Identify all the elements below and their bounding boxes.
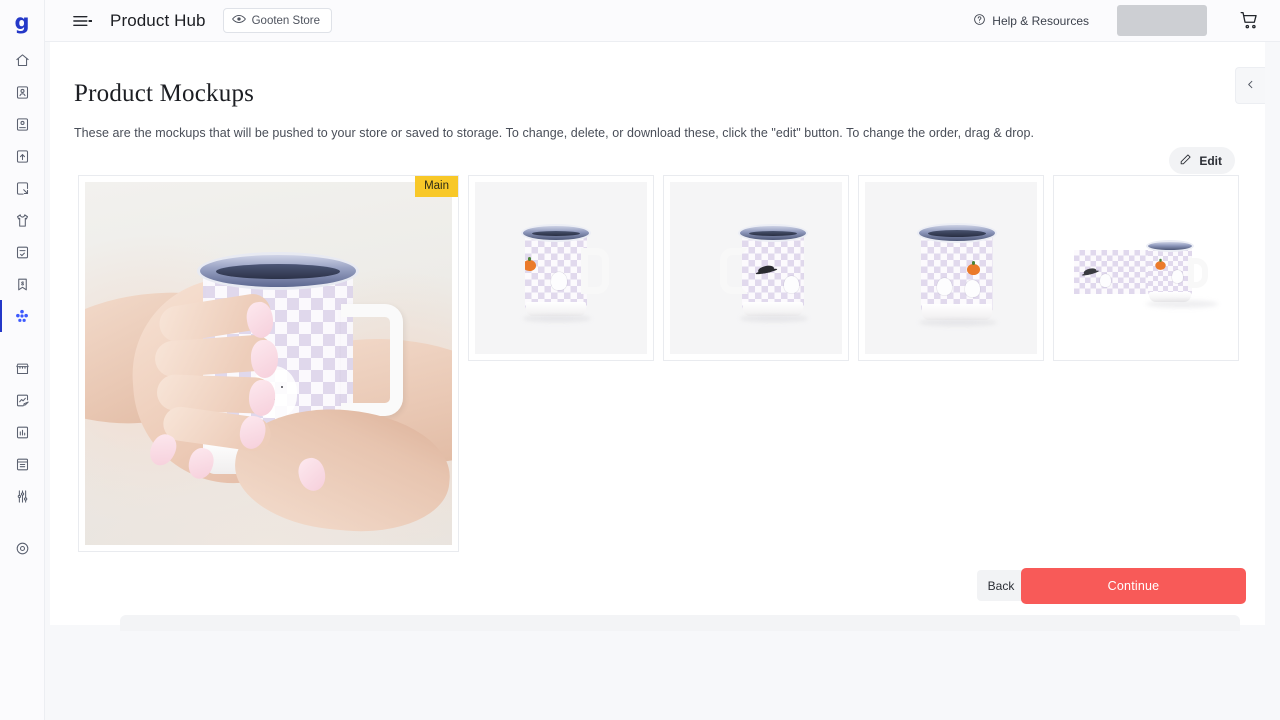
page-title-header: Product Hub [110,10,206,30]
left-nav-rail: g [0,0,45,720]
mockup-card-4[interactable] [1053,175,1239,361]
sidebar-item-upload[interactable] [0,140,44,172]
sidebar-item-storefront[interactable] [0,352,44,384]
mockup-image-lifestyle [85,182,452,545]
upload-box-icon [15,149,30,164]
eye-icon [231,13,246,28]
sidebar-item-analytics[interactable] [0,384,44,416]
pencil-icon [1179,153,1192,169]
page-title: Product Mockups [74,80,255,107]
mockup-card-1[interactable] [468,175,654,361]
sidebar-item-reports[interactable] [0,416,44,448]
mockup-image-mug-front-right [670,182,842,354]
sidebar-item-support[interactable] [0,532,44,564]
help-and-resources-button[interactable]: Help & Resources [973,13,1089,29]
person-card-icon [15,85,30,100]
rail-secondary-group [0,352,44,512]
sidebar-item-archive[interactable] [0,448,44,480]
collapse-panel-toggle[interactable] [1235,67,1265,104]
chart-edit-icon [15,393,30,408]
shopping-cart-icon[interactable] [1239,10,1260,31]
sliders-icon [15,489,30,504]
page-footer: Back Continue [50,549,1265,625]
mockup-card-2[interactable] [663,175,849,361]
sidebar-item-settings[interactable] [0,480,44,512]
document-check-icon [15,245,30,260]
top-bar: Product Hub Gooten Store Help & Resource… [45,0,1280,42]
target-icon [15,541,30,556]
main-badge: Main [415,176,458,197]
account-menu-placeholder[interactable] [1117,5,1207,36]
page-content-card: Product Mockups These are the mockups th… [50,42,1265,631]
mockup-image-mug-straight-on [865,182,1037,354]
question-circle-icon [973,13,986,29]
continue-button[interactable]: Continue [1021,568,1246,604]
back-button[interactable]: Back [977,570,1025,601]
store-name-label: Gooten Store [251,14,321,27]
edit-button[interactable]: Edit [1169,147,1235,174]
mug-handle [341,304,403,416]
store-selector-pill[interactable]: Gooten Store [222,8,333,33]
mockup-image-mug-front-left [475,182,647,354]
bottom-sheet-edge [120,615,1240,631]
edit-button-label: Edit [1199,153,1222,168]
sidebar-item-product-hub[interactable] [0,300,44,332]
sidebar-item-approvals[interactable] [0,236,44,268]
storefront-icon [15,361,30,376]
gooten-logo[interactable]: g [0,0,44,44]
tshirt-icon [15,213,30,228]
sidebar-item-products[interactable] [0,204,44,236]
top-bar-right-group: Help & Resources [973,0,1280,41]
sidebar-item-import[interactable] [0,172,44,204]
report-icon [15,425,30,440]
archive-box-icon [15,457,30,472]
chevron-left-icon [1245,77,1256,95]
import-box-icon [15,181,30,196]
mockup-card-3[interactable] [858,175,1044,361]
mug-lid [197,252,359,290]
home-icon [15,53,30,68]
help-label: Help & Resources [992,13,1089,28]
page-description: These are the mockups that will be pushe… [74,126,1035,140]
mockup-card-main[interactable]: Main [78,175,459,552]
person-card-badge-icon [15,117,30,132]
hamburger-menu-icon[interactable] [69,8,95,34]
mockup-image-design-wrap-flat [1060,182,1232,354]
sidebar-item-saved[interactable] [0,268,44,300]
sidebar-item-orders[interactable] [0,76,44,108]
rail-primary-group [0,44,44,332]
sidebar-item-customers[interactable] [0,108,44,140]
bookmark-s-icon [15,277,30,292]
sidebar-item-home[interactable] [0,44,44,76]
hub-network-icon [14,308,30,324]
mockup-grid: Main [78,175,1239,552]
